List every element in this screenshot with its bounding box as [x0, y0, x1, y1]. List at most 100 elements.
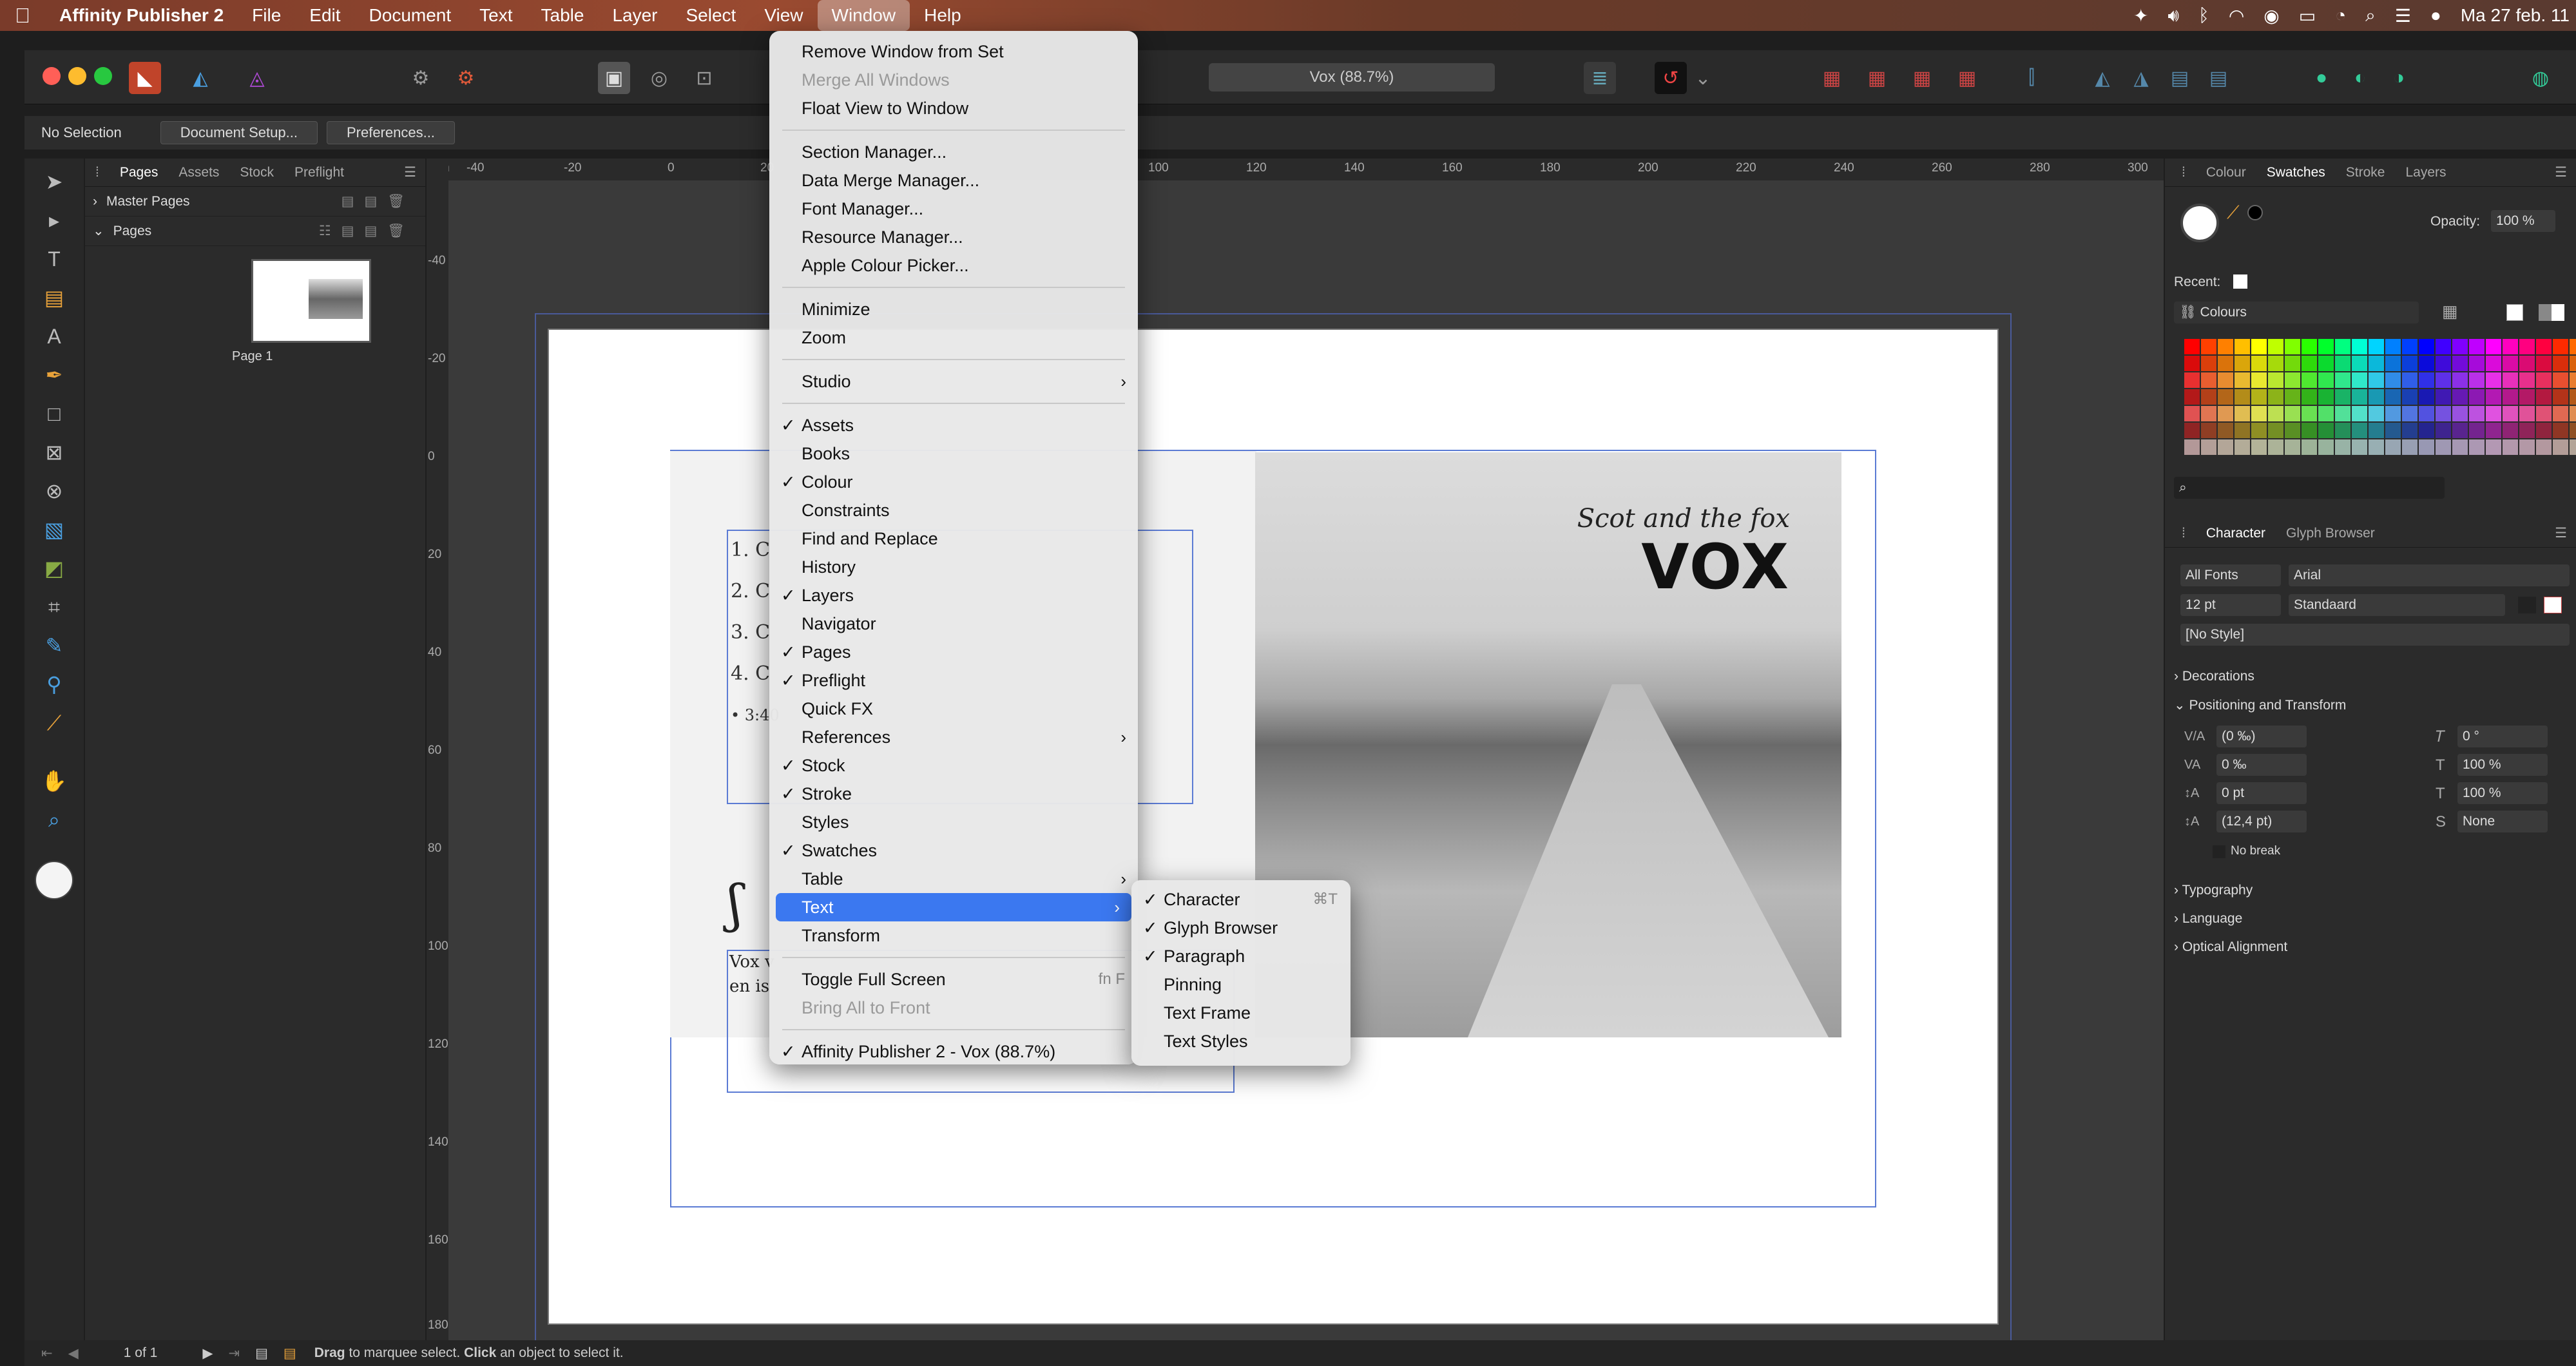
drag-handle-icon[interactable]: ⁞: [2171, 165, 2196, 180]
clock-text[interactable]: Ma 27 feb. 11: [2461, 5, 2570, 26]
color-swatch[interactable]: [2503, 389, 2518, 405]
opacity-field[interactable]: 100 %: [2491, 210, 2555, 232]
menu-item-apple-colour-picker[interactable]: Apple Colour Picker...: [769, 251, 1138, 280]
color-swatch[interactable]: [2553, 423, 2568, 438]
color-swatch[interactable]: [2235, 339, 2250, 354]
color-swatch[interactable]: [2318, 339, 2334, 354]
color-swatch[interactable]: [2486, 372, 2501, 388]
color-swatch[interactable]: [2318, 406, 2334, 421]
color-swatch[interactable]: [2486, 423, 2501, 438]
color-swatch[interactable]: [2536, 406, 2552, 421]
fill-swatch[interactable]: [2180, 204, 2219, 242]
color-swatch[interactable]: [2469, 406, 2485, 421]
color-swatch[interactable]: [2268, 356, 2283, 371]
color-swatch[interactable]: [2251, 439, 2267, 455]
photo-persona-icon[interactable]: ◬: [241, 62, 273, 94]
menu-item-table[interactable]: Table ›: [769, 865, 1138, 893]
picture-frame-tool-icon[interactable]: ⊠: [41, 439, 67, 465]
submenu-item-glyph-browser[interactable]: ✓ Glyph Browser: [1131, 914, 1350, 942]
color-swatch[interactable]: [2352, 406, 2367, 421]
color-swatch[interactable]: [2318, 389, 2334, 405]
color-swatch[interactable]: [2503, 372, 2518, 388]
submenu-item-text-styles[interactable]: Text Styles: [1131, 1027, 1350, 1055]
color-swatch[interactable]: [2402, 439, 2417, 455]
color-swatch[interactable]: [2452, 423, 2468, 438]
menu-item-font-manager[interactable]: Font Manager...: [769, 195, 1138, 223]
app-name-menu[interactable]: Affinity Publisher 2: [45, 0, 238, 31]
color-swatch[interactable]: [2235, 372, 2250, 388]
color-swatch[interactable]: [2285, 389, 2300, 405]
color-swatch[interactable]: [2486, 356, 2501, 371]
color-swatch[interactable]: [2419, 356, 2434, 371]
color-swatch[interactable]: [2402, 423, 2417, 438]
color-swatch[interactable]: [2402, 389, 2417, 405]
battery-icon[interactable]: ▭: [2299, 5, 2316, 26]
color-swatch[interactable]: [2352, 389, 2367, 405]
color-swatch[interactable]: [2570, 339, 2576, 354]
color-swatch[interactable]: [2268, 439, 2283, 455]
color-swatch[interactable]: [2184, 372, 2200, 388]
color-swatch[interactable]: [2335, 389, 2350, 405]
color-swatch[interactable]: [2570, 406, 2576, 421]
menu-item-references[interactable]: References ›: [769, 723, 1138, 751]
color-swatch[interactable]: [2268, 339, 2283, 354]
rotate-left-icon[interactable]: ▤: [2164, 62, 2196, 94]
page-indicator[interactable]: 1 of 1: [124, 1345, 158, 1361]
menu-item-layers[interactable]: ✓ Layers: [769, 581, 1138, 610]
color-swatch[interactable]: [2436, 439, 2451, 455]
spread-icon[interactable]: ⊡: [688, 62, 720, 94]
menu-item-find-and-replace[interactable]: Find and Replace: [769, 524, 1138, 553]
color-swatch[interactable]: [2251, 406, 2267, 421]
place-image-tool-icon[interactable]: ▧: [41, 517, 67, 543]
menu-item-studio[interactable]: Studio ›: [769, 367, 1138, 396]
tab-layers[interactable]: Layers: [2395, 165, 2456, 180]
color-swatch[interactable]: [2369, 406, 2384, 421]
color-swatch[interactable]: [2419, 339, 2434, 354]
settings-gear-icon[interactable]: ⚙: [405, 62, 437, 94]
color-swatch[interactable]: [2536, 372, 2552, 388]
font-family-select[interactable]: Arial: [2289, 564, 2570, 586]
color-swatch[interactable]: [2536, 439, 2552, 455]
master-pages-row[interactable]: › Master Pages ▤▤🗑: [85, 187, 425, 216]
color-swatch[interactable]: [2201, 439, 2216, 455]
color-swatch[interactable]: [2184, 406, 2200, 421]
baseline-field[interactable]: 0 pt: [2216, 782, 2307, 804]
color-swatch[interactable]: [2419, 372, 2434, 388]
color-swatch[interactable]: [2335, 439, 2350, 455]
color-swatch[interactable]: [2201, 406, 2216, 421]
vertical-scale-field[interactable]: 100 %: [2457, 754, 2548, 776]
bluetooth-icon[interactable]: ᛒ: [2198, 5, 2209, 26]
arrange-front-icon[interactable]: ▦: [1951, 62, 1983, 94]
color-swatch[interactable]: [2218, 439, 2233, 455]
page-actions-icon[interactable]: ☷▤▤🗑: [319, 223, 425, 239]
color-swatch[interactable]: [2285, 439, 2300, 455]
page-view-icon[interactable]: ▤: [255, 1345, 268, 1361]
boolean-subtract-icon[interactable]: ◐: [2344, 62, 2376, 94]
minimize-window-button[interactable]: [68, 67, 86, 85]
color-swatch[interactable]: [2251, 356, 2267, 371]
color-swatch[interactable]: [2352, 339, 2367, 354]
next-page-icon[interactable]: ▶: [202, 1345, 213, 1361]
color-swatch[interactable]: [2519, 339, 2535, 354]
character-style-select[interactable]: [No Style]: [2180, 624, 2570, 646]
color-swatch[interactable]: [2452, 389, 2468, 405]
color-swatch[interactable]: [2285, 372, 2300, 388]
last-page-icon[interactable]: ⇥: [228, 1345, 240, 1361]
color-swatch[interactable]: [2201, 372, 2216, 388]
snapping-icon[interactable]: ◎: [643, 62, 675, 94]
menu-help[interactable]: Help: [910, 0, 976, 31]
color-swatch[interactable]: [2486, 339, 2501, 354]
color-swatch[interactable]: [2503, 439, 2518, 455]
color-swatch[interactable]: [2436, 356, 2451, 371]
panel-menu-icon[interactable]: ☰: [404, 164, 425, 180]
menu-item-colour[interactable]: ✓ Colour: [769, 468, 1138, 496]
color-swatch[interactable]: [2184, 356, 2200, 371]
font-size-field[interactable]: 12 pt: [2180, 594, 2281, 616]
color-swatch[interactable]: [2235, 389, 2250, 405]
menu-item-zoom[interactable]: Zoom: [769, 323, 1138, 352]
kerning-field[interactable]: (0 ‰): [2216, 726, 2307, 747]
color-swatch[interactable]: [2469, 372, 2485, 388]
menu-item-books[interactable]: Books: [769, 439, 1138, 468]
color-swatch[interactable]: [2251, 423, 2267, 438]
menu-item-swatches[interactable]: ✓ Swatches: [769, 836, 1138, 865]
